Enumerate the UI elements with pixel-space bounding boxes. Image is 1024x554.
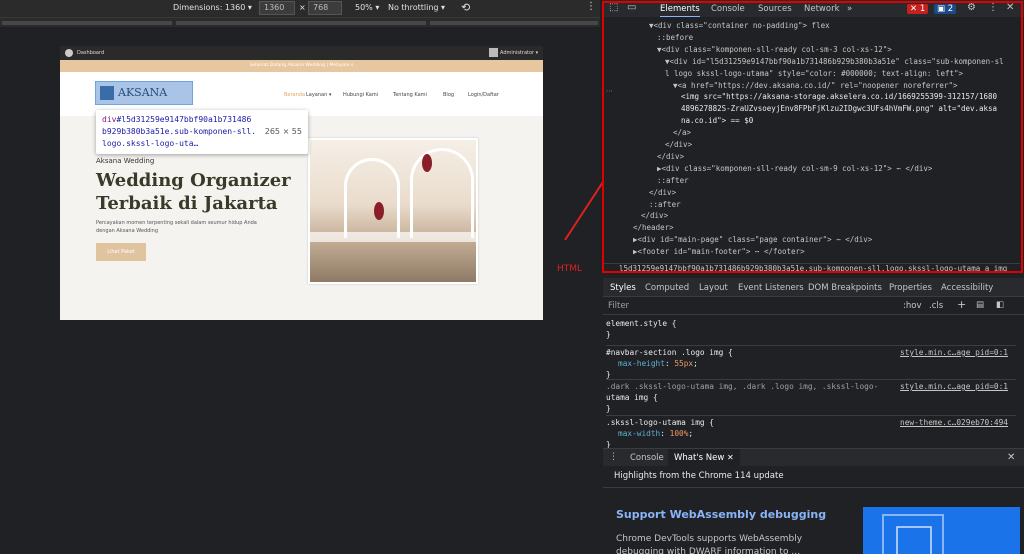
more-options-icon[interactable]: ⋮	[586, 1, 596, 12]
page-preview: Dashboard Administrator ▾ Selamat Datang…	[60, 46, 543, 320]
logo-text: AKSANA	[118, 86, 168, 99]
media-query-ruler[interactable]	[0, 17, 600, 27]
property-name[interactable]: max-width	[618, 429, 660, 438]
whats-new-headline[interactable]: Support WebAssembly debugging	[616, 508, 826, 521]
dashboard-link[interactable]: Dashboard	[77, 50, 104, 56]
times-sign: ×	[299, 3, 306, 12]
nav-login[interactable]: Login/Daftar	[468, 92, 499, 98]
filter-input[interactable]: Filter	[608, 301, 629, 311]
tab-styles[interactable]: Styles	[610, 283, 636, 293]
hero-title-line1: Wedding Organizer	[96, 170, 291, 191]
hero-wedding-photo	[308, 138, 478, 284]
nav-tentang[interactable]: Tentang Kami	[393, 92, 427, 98]
lihat-paket-button[interactable]: Lihat Paket	[96, 243, 146, 261]
rule-source-link[interactable]: style.min.c…age_pid=0:1	[900, 381, 1008, 392]
site-logo[interactable]: AKSANA	[95, 81, 193, 105]
hero-eyebrow: Aksana Wedding	[96, 157, 155, 165]
tooltip-line1: #l5d31259e9147bbf90a1b731486	[116, 115, 252, 124]
nav-beranda[interactable]: Beranda	[284, 92, 305, 98]
annotation-label: HTML	[557, 264, 583, 274]
tab-accessibility[interactable]: Accessibility	[941, 283, 993, 293]
tooltip-dimensions: 265 × 55	[264, 127, 302, 136]
whats-new-body-1: Chrome DevTools supports WebAssembly	[616, 534, 803, 544]
tab-computed[interactable]: Computed	[645, 283, 689, 293]
rule-source-link[interactable]: new-theme.c…029eb70:494	[900, 417, 1008, 428]
rotate-icon[interactable]: ⟲	[461, 1, 470, 14]
logo-mark-icon	[100, 86, 114, 100]
drawer-tabbar: ⋮ Console What's New ✕ ✕	[603, 448, 1024, 467]
styles-filter-bar: Filter :hov .cls + ▤ ◧	[603, 297, 1024, 315]
rule-source-link[interactable]: style.min.c…age_pid=0:1	[900, 347, 1008, 358]
rule-close: }	[606, 330, 611, 339]
drawer-tab-console[interactable]: Console	[630, 453, 664, 463]
drawer-menu-icon[interactable]: ⋮	[609, 452, 618, 462]
rule-dark-logo-img[interactable]: .dark .skssl-logo-utama img, .dark .logo…	[606, 379, 1016, 414]
dashboard-icon[interactable]	[65, 49, 73, 57]
rule-close: }	[606, 440, 611, 448]
inspect-tooltip: div#l5d31259e9147bbf90a1b731486 b929b380…	[96, 110, 308, 154]
throttle-select[interactable]: No throttling ▾	[388, 3, 445, 12]
class-toggle[interactable]: .cls	[929, 301, 943, 311]
dimensions-select[interactable]: Dimensions: 1360 ▾	[173, 3, 252, 12]
annotation-highlight-box	[602, 1, 1023, 273]
whats-new-highlights: Highlights from the Chrome 114 update	[614, 471, 784, 481]
tab-dom-breakpoints[interactable]: DOM Breakpoints	[808, 283, 882, 293]
rule-selector-cont: utama img {	[606, 393, 658, 402]
whats-new-label: What's New	[674, 453, 725, 463]
announcement-bar: Selamat Datang Aksana Wedding | Melayani…	[60, 60, 543, 72]
nav-layanan[interactable]: Layanan ▾	[306, 92, 331, 98]
tooltip-line3: logo.skssl-logo-uta…	[102, 139, 199, 148]
drawer-tab-whats-new[interactable]: What's New ✕	[668, 449, 740, 467]
zoom-select[interactable]: 50% ▾	[355, 3, 379, 12]
new-rule-plus-icon[interactable]: +	[957, 298, 966, 311]
rule-navbar-logo-img[interactable]: #navbar-section .logo img { style.min.c……	[606, 345, 1016, 380]
hero-desc-line2: dengan Aksana Wedding	[96, 228, 159, 234]
tab-event-listeners[interactable]: Event Listeners	[738, 283, 804, 293]
nav-hubungi[interactable]: Hubungi Kami	[343, 92, 378, 98]
tooltip-tag: div	[102, 115, 117, 124]
device-toolbar: Dimensions: 1360 ▾ 1360 × 768 50% ▾ No t…	[0, 0, 600, 17]
height-input[interactable]: 768	[308, 1, 342, 15]
hero-title-line2: Terbaik di Jakarta	[96, 193, 278, 214]
whats-new-thumbnail[interactable]	[863, 507, 1020, 554]
admin-bar: Dashboard Administrator ▾	[60, 46, 543, 60]
property-value[interactable]: 55px	[674, 359, 693, 368]
width-input[interactable]: 1360	[259, 1, 295, 15]
admin-menu[interactable]: Administrator ▾	[500, 50, 538, 56]
drawer-close-icon[interactable]: ✕	[1007, 452, 1015, 463]
property-value[interactable]: 100%	[670, 429, 689, 438]
nav-blog[interactable]: Blog	[443, 92, 454, 98]
avatar[interactable]	[489, 48, 498, 57]
rule-close: }	[606, 404, 611, 413]
paint-icon[interactable]: ▤	[976, 300, 984, 310]
tab-properties[interactable]: Properties	[889, 283, 932, 293]
rule-skssl-logo-img[interactable]: .skssl-logo-utama img { new-theme.c…029e…	[606, 415, 1016, 448]
hero-desc-line1: Percayakan momen terpenting sekali dalam…	[96, 220, 257, 226]
styles-tabbar: Styles Computed Layout Event Listeners D…	[603, 278, 1024, 297]
whats-new-body-2: debugging with DWARF information to …	[616, 547, 801, 554]
rule-element-style[interactable]: element.style { }	[606, 318, 1016, 340]
sidebar-toggle-icon[interactable]: ◧	[996, 300, 1004, 310]
tab-layout[interactable]: Layout	[699, 283, 728, 293]
hover-toggle[interactable]: :hov	[903, 301, 921, 311]
property-name[interactable]: max-height	[618, 359, 665, 368]
styles-rules: element.style { } #navbar-section .logo …	[603, 315, 1024, 448]
rule-selector: element.style {	[606, 319, 677, 328]
close-tab-icon[interactable]: ✕	[727, 453, 734, 462]
